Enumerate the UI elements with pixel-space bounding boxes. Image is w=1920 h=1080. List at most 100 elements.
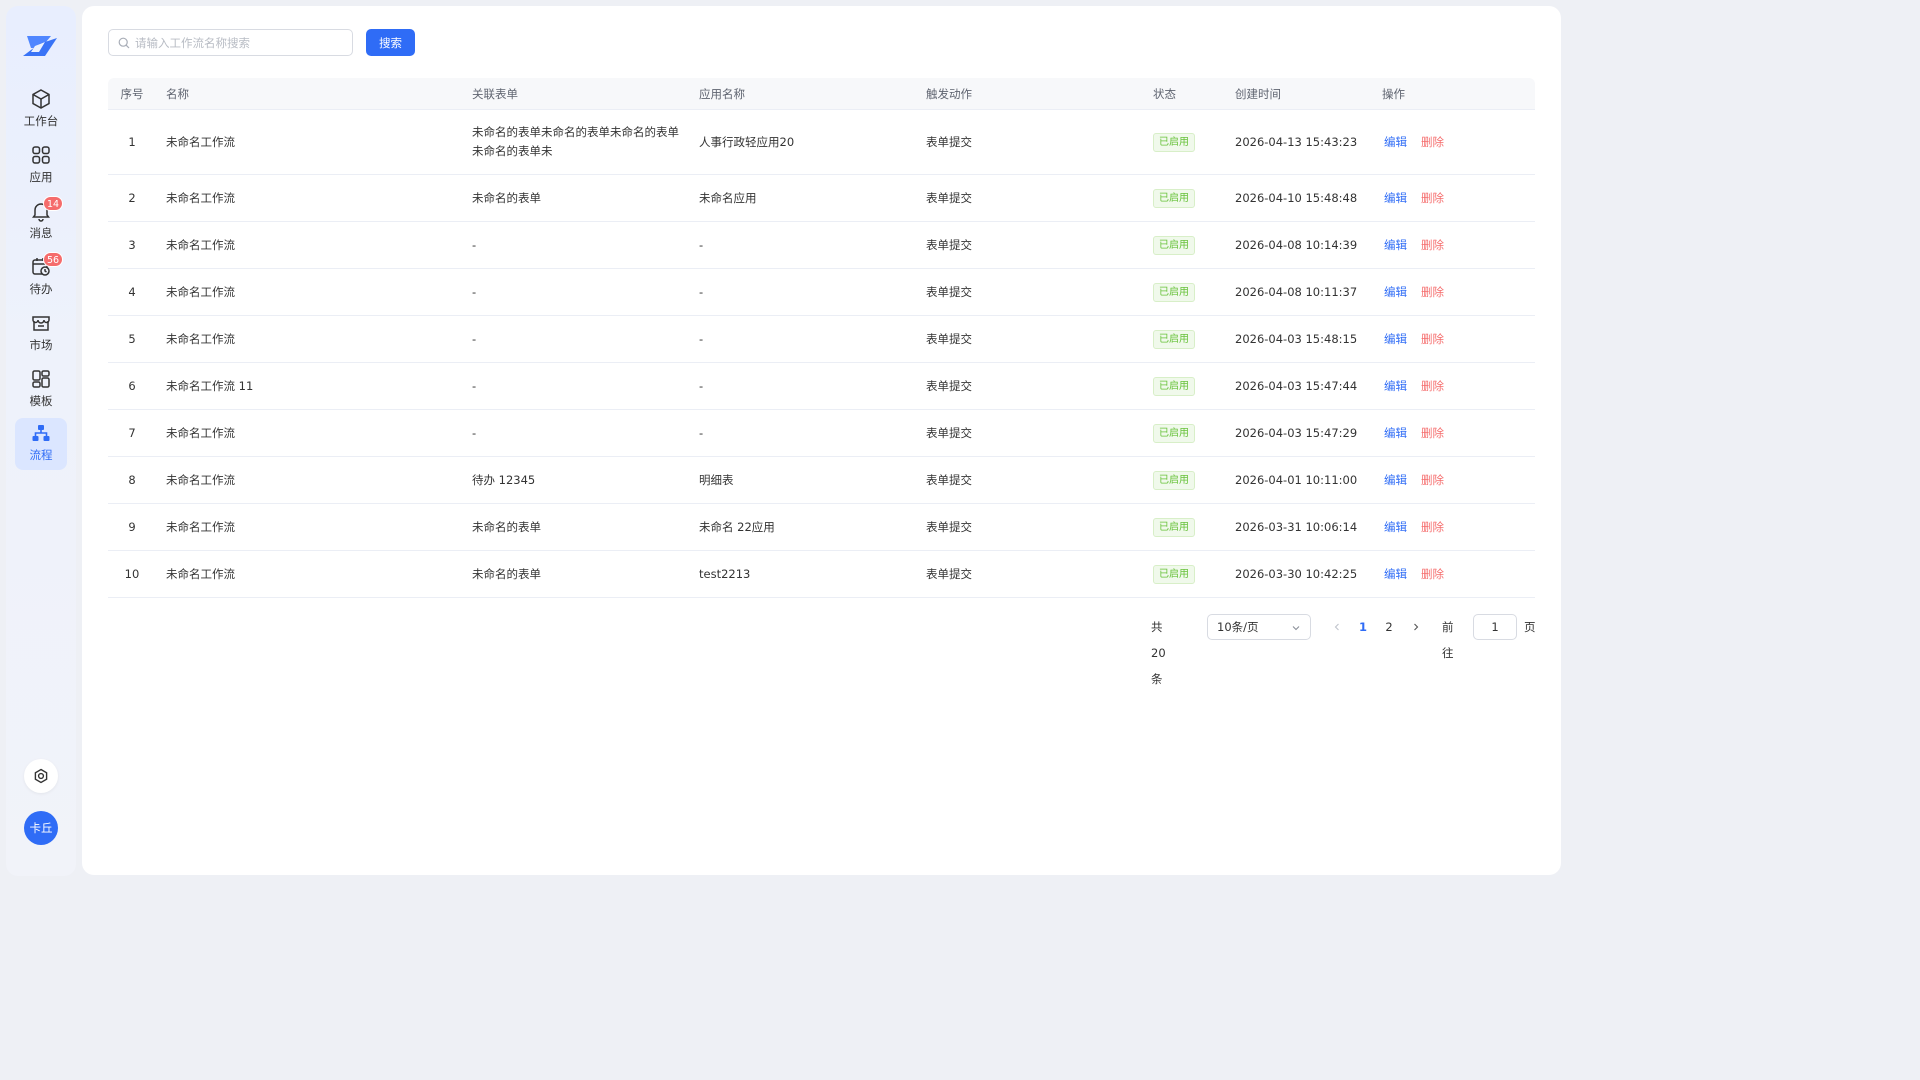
sidebar-item-templates[interactable]: 模板 — [15, 364, 67, 416]
delete-button[interactable]: 删除 — [1421, 518, 1444, 537]
status-badge: 已启用 — [1153, 188, 1195, 208]
app-name: - — [699, 378, 704, 393]
col-header-form: 关联表单 — [472, 87, 518, 101]
delete-button[interactable]: 删除 — [1421, 471, 1444, 490]
status-badge: 已启用 — [1153, 329, 1195, 349]
status-badge: 已启用 — [1153, 376, 1195, 396]
next-page-icon[interactable] — [1411, 622, 1421, 632]
store-icon — [32, 316, 50, 331]
row-index: 1 — [128, 134, 136, 149]
status-badge: 已启用 — [1153, 132, 1195, 152]
cube-icon — [32, 89, 50, 109]
app-name: 明细表 — [699, 472, 734, 487]
prev-page-icon[interactable] — [1332, 622, 1342, 632]
table-row: 7 未命名工作流 - - 表单提交 已启用 2026-04-03 15:47:29 编辑 删除 — [108, 410, 1535, 457]
col-header-app: 应用名称 — [699, 87, 745, 101]
delete-button[interactable]: 删除 — [1421, 133, 1444, 152]
col-header-created: 创建时间 — [1235, 87, 1281, 101]
app-name: - — [699, 331, 704, 346]
app-name: test2213 — [699, 566, 751, 581]
table-row: 6 未命名工作流 11 - - 表单提交 已启用 2026-04-03 15:47:44 编辑… — [108, 363, 1535, 410]
row-index: 10 — [124, 566, 140, 581]
created-time: 2026-04-13 15:43:23 — [1235, 134, 1358, 149]
main-panel: 搜索 序号 名称 关联表单 应用名称 触发动作 状态 创建时间 操作 1 未命名工… — [82, 6, 1561, 875]
edit-button[interactable]: 编辑 — [1384, 189, 1407, 208]
status-badge: 已启用 — [1153, 470, 1195, 490]
sidebar-item-messages[interactable]: 14 消息 — [15, 196, 67, 248]
sidebar-item-label: 流程 — [29, 448, 53, 462]
table-header: 序号 名称 关联表单 应用名称 触发动作 状态 创建时间 操作 — [108, 78, 1535, 110]
table-body: 1 未命名工作流 未命名的表单未命名的表单未命名的表单未命名的表单未 人事行政轻应用2… — [108, 110, 1535, 598]
linked-form: 未命名的表单 — [472, 566, 541, 581]
trigger-action: 表单提交 — [926, 284, 972, 299]
avatar[interactable]: 卡丘 — [24, 811, 58, 845]
page-1-button[interactable]: 1 — [1355, 614, 1371, 640]
page-2-button[interactable]: 2 — [1381, 614, 1397, 640]
apps-grid-icon — [32, 146, 50, 164]
workflow-name: 未命名工作流 — [166, 190, 235, 205]
delete-button[interactable]: 删除 — [1421, 236, 1444, 255]
workflow-name: 未命名工作流 — [166, 284, 235, 299]
status-badge: 已启用 — [1153, 282, 1195, 302]
edit-button[interactable]: 编辑 — [1384, 518, 1407, 537]
app-name: - — [699, 284, 704, 299]
workflow-name: 未命名工作流 — [166, 237, 235, 252]
created-time: 2026-04-08 10:11:37 — [1235, 284, 1358, 299]
workflow-name: 未命名工作流 — [166, 331, 235, 346]
sidebar: 工作台 应用 14 消息 56 待办 市场 模板 流程 卡丘 — [6, 6, 76, 876]
row-index: 8 — [128, 472, 136, 487]
page-suffix-label: 页 — [1524, 620, 1536, 634]
linked-form: - — [472, 331, 477, 346]
table-row: 3 未命名工作流 - - 表单提交 已启用 2026-04-08 10:14:39 编辑 删除 — [108, 222, 1535, 269]
edit-button[interactable]: 编辑 — [1384, 236, 1407, 255]
search-box[interactable] — [108, 29, 353, 56]
workflow-name: 未命名工作流 — [166, 134, 235, 149]
trigger-action: 表单提交 — [926, 425, 972, 440]
trigger-action: 表单提交 — [926, 519, 972, 534]
logo-icon[interactable] — [21, 32, 59, 60]
workflow-name: 未命名工作流 — [166, 519, 235, 534]
search-button[interactable]: 搜索 — [366, 29, 415, 56]
page-size-select[interactable]: 10条/页 — [1207, 614, 1311, 640]
table-row: 2 未命名工作流 未命名的表单 未命名应用 表单提交 已启用 2026-04-10 15:4… — [108, 175, 1535, 222]
delete-button[interactable]: 删除 — [1421, 377, 1444, 396]
search-input[interactable] — [135, 30, 347, 55]
app-name: 未命名应用 — [699, 190, 757, 205]
status-badge: 已启用 — [1153, 423, 1195, 443]
edit-button[interactable]: 编辑 — [1384, 330, 1407, 349]
icon-wrap: 14 — [30, 196, 64, 222]
edit-button[interactable]: 编辑 — [1384, 283, 1407, 302]
linked-form: 未命名的表单 — [472, 190, 541, 205]
created-time: 2026-04-03 15:47:29 — [1235, 425, 1358, 440]
sidebar-item-flow[interactable]: 流程 — [15, 418, 67, 470]
sidebar-item-todo[interactable]: 56 待办 — [15, 252, 67, 304]
workflow-name: 未命名工作流 11 — [166, 378, 254, 393]
trigger-action: 表单提交 — [926, 237, 972, 252]
edit-button[interactable]: 编辑 — [1384, 133, 1407, 152]
edit-button[interactable]: 编辑 — [1384, 565, 1407, 584]
goto-page-input[interactable] — [1473, 614, 1517, 640]
delete-button[interactable]: 删除 — [1421, 565, 1444, 584]
settings-button[interactable] — [24, 759, 58, 793]
edit-button[interactable]: 编辑 — [1384, 471, 1407, 490]
trigger-action: 表单提交 — [926, 331, 972, 346]
sidebar-item-label: 工作台 — [23, 114, 59, 128]
status-badge: 已启用 — [1153, 517, 1195, 537]
workflow-name: 未命名工作流 — [166, 425, 235, 440]
linked-form: - — [472, 284, 477, 299]
delete-button[interactable]: 删除 — [1421, 283, 1444, 302]
delete-button[interactable]: 删除 — [1421, 424, 1444, 443]
edit-button[interactable]: 编辑 — [1384, 377, 1407, 396]
edit-button[interactable]: 编辑 — [1384, 424, 1407, 443]
pagination-total: 共 20 条 — [1151, 620, 1166, 686]
delete-button[interactable]: 删除 — [1421, 330, 1444, 349]
sidebar-item-market[interactable]: 市场 — [15, 308, 67, 360]
linked-form: - — [472, 237, 477, 252]
row-index: 6 — [128, 378, 136, 393]
delete-button[interactable]: 删除 — [1421, 189, 1444, 208]
linked-form: 待办 12345 — [472, 472, 536, 487]
sidebar-item-workbench[interactable]: 工作台 — [15, 84, 67, 136]
created-time: 2026-04-03 15:47:44 — [1235, 378, 1358, 393]
trigger-action: 表单提交 — [926, 378, 972, 393]
sidebar-item-apps[interactable]: 应用 — [15, 140, 67, 192]
